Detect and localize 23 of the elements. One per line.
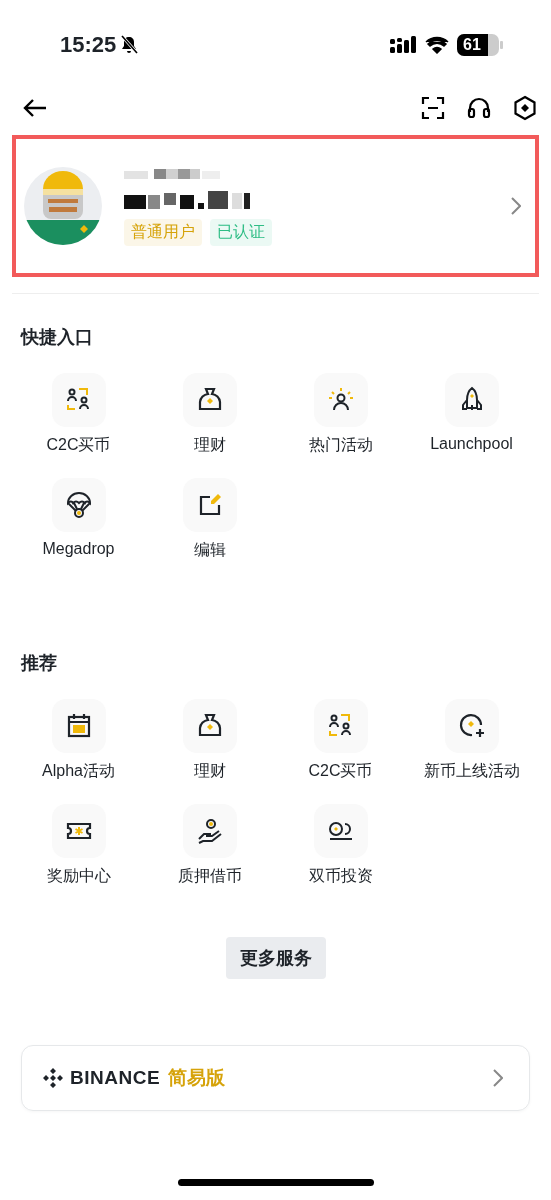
user-tag: 已认证 — [210, 218, 272, 246]
service-item[interactable]: 奖励中心 — [13, 804, 144, 887]
service-item[interactable]: 理财 — [144, 699, 275, 782]
service-item[interactable]: 双币投资 — [275, 804, 406, 887]
more-services-button[interactable]: 更多服务 — [225, 937, 326, 979]
service-item[interactable]: Alpha活动 — [13, 699, 144, 782]
service-item[interactable]: C2C买币 — [275, 699, 406, 782]
user-tag: 普通用户 — [124, 218, 202, 246]
clock-time: 15:25 — [60, 32, 117, 58]
service-item[interactable]: 新币上线活动 — [406, 699, 537, 782]
brand-name: BINANCE — [70, 1067, 161, 1089]
lite-label: 简易版 — [168, 1066, 226, 1090]
service-item[interactable]: C2C买币 — [13, 373, 144, 456]
service-item[interactable]: Megadrop — [13, 478, 144, 561]
battery-level: 61 — [463, 35, 481, 55]
section-title: 推荐 — [20, 652, 58, 675]
section-title: 快捷入口 — [19, 326, 94, 349]
lite-version-card[interactable]: BINANCE 简易版 — [21, 1045, 530, 1111]
service-item[interactable]: 编辑 — [144, 478, 275, 561]
service-item[interactable]: 热门活动 — [275, 373, 406, 456]
service-item[interactable]: 质押借币 — [144, 804, 275, 887]
service-item[interactable]: Launchpool — [406, 373, 537, 456]
service-item[interactable]: 理财 — [144, 373, 275, 456]
